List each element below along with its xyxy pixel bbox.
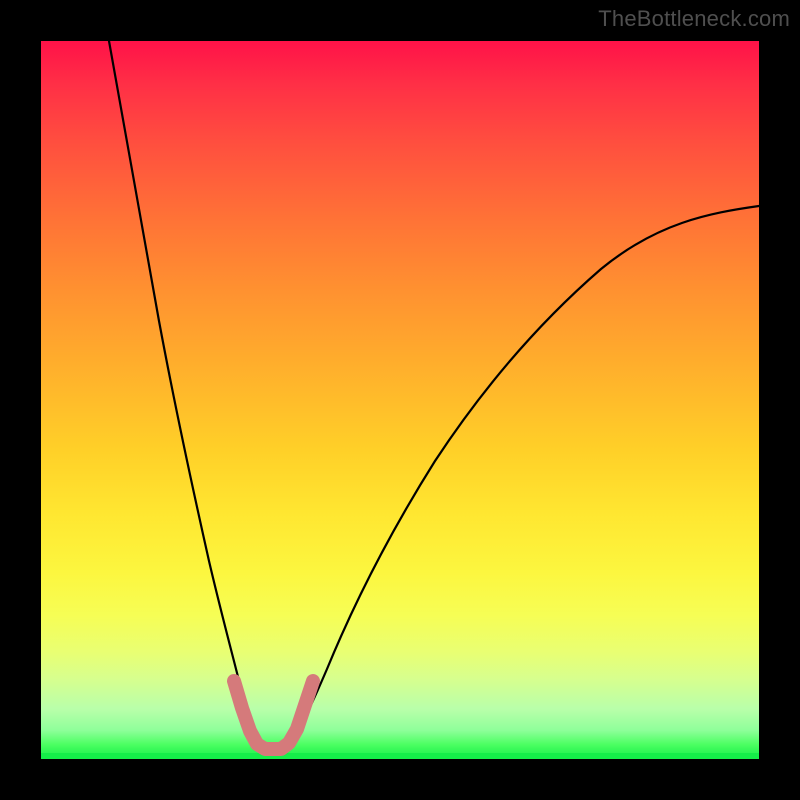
attribution-text: TheBottleneck.com: [598, 6, 790, 32]
curve-layer: [41, 41, 759, 759]
plot-area: [41, 41, 759, 759]
chart-frame: TheBottleneck.com: [0, 0, 800, 800]
left-branch-path: [109, 41, 259, 747]
right-branch-path: [287, 206, 759, 747]
bottom-highlight-path: [234, 681, 313, 749]
